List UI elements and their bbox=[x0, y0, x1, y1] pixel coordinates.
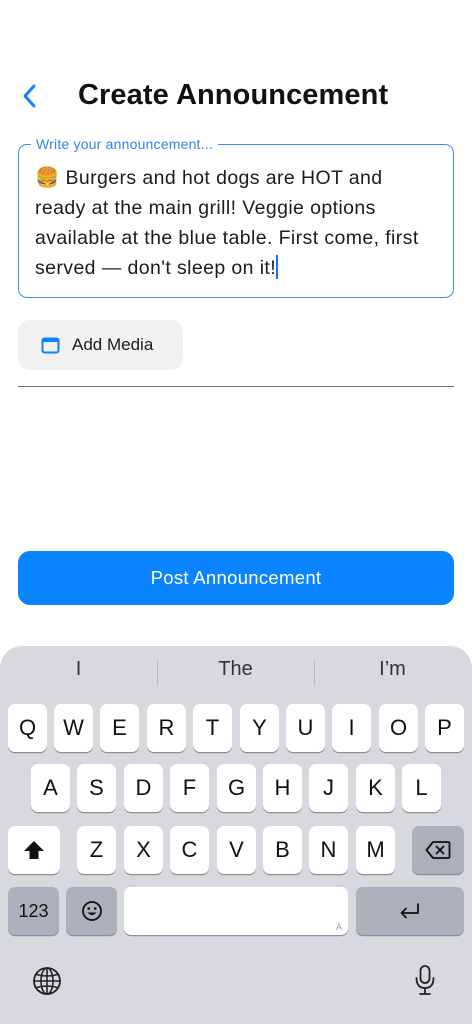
space-key[interactable]: A bbox=[124, 887, 348, 935]
suggestion-3[interactable]: I’m bbox=[314, 658, 471, 681]
key-r[interactable]: R bbox=[147, 704, 186, 752]
announcement-text: 🍔 Burgers and hot dogs are HOT and ready… bbox=[35, 167, 419, 279]
key-f[interactable]: F bbox=[170, 764, 209, 812]
key-w[interactable]: W bbox=[54, 704, 93, 752]
key-k[interactable]: K bbox=[356, 764, 395, 812]
key-c[interactable]: C bbox=[170, 826, 209, 874]
emoji-icon bbox=[81, 901, 102, 921]
key-y[interactable]: Y bbox=[240, 704, 279, 752]
key-n[interactable]: N bbox=[309, 826, 348, 874]
keyboard: I The I’m Q W E R T Y U I O P A S D F G … bbox=[0, 646, 472, 1024]
key-u[interactable]: U bbox=[286, 704, 325, 752]
return-key[interactable] bbox=[356, 887, 464, 935]
shift-icon bbox=[24, 841, 44, 859]
suggestion-2[interactable]: The bbox=[157, 658, 314, 681]
key-a[interactable]: A bbox=[31, 764, 70, 812]
key-s[interactable]: S bbox=[77, 764, 116, 812]
dictation-button[interactable] bbox=[408, 962, 442, 998]
divider bbox=[18, 386, 454, 387]
key-x[interactable]: X bbox=[124, 826, 163, 874]
key-l[interactable]: L bbox=[402, 764, 441, 812]
key-e[interactable]: E bbox=[100, 704, 139, 752]
key-d[interactable]: D bbox=[124, 764, 163, 812]
return-icon bbox=[400, 903, 419, 919]
key-p[interactable]: P bbox=[425, 704, 464, 752]
globe-icon bbox=[33, 967, 61, 995]
key-j[interactable]: J bbox=[309, 764, 348, 812]
key-b[interactable]: B bbox=[263, 826, 302, 874]
shift-key[interactable] bbox=[8, 826, 60, 874]
emoji-key[interactable] bbox=[66, 887, 117, 935]
key-h[interactable]: H bbox=[263, 764, 302, 812]
header: Create Announcement bbox=[0, 76, 472, 120]
globe-button[interactable] bbox=[30, 964, 64, 998]
chevron-left-icon bbox=[23, 84, 36, 108]
key-v[interactable]: V bbox=[217, 826, 256, 874]
key-i[interactable]: I bbox=[332, 704, 371, 752]
announcement-textarea[interactable]: Write your announcement... 🍔 Burgers and… bbox=[18, 136, 454, 298]
announcement-field-label: Write your announcement... bbox=[31, 136, 218, 152]
post-announcement-button[interactable]: Post Announcement bbox=[18, 551, 454, 605]
suggestion-1[interactable]: I bbox=[0, 658, 157, 681]
key-o[interactable]: O bbox=[379, 704, 418, 752]
post-announcement-label: Post Announcement bbox=[150, 567, 322, 588]
key-t[interactable]: T bbox=[193, 704, 232, 752]
text-cursor bbox=[276, 255, 279, 279]
key-q[interactable]: Q bbox=[8, 704, 47, 752]
delete-icon bbox=[425, 841, 451, 859]
add-media-label: Add Media bbox=[72, 335, 154, 354]
microphone-icon bbox=[415, 965, 435, 995]
back-button[interactable] bbox=[14, 76, 46, 116]
page-title: Create Announcement bbox=[78, 79, 389, 111]
add-media-button[interactable]: Add Media bbox=[18, 320, 183, 370]
key-g[interactable]: G bbox=[217, 764, 256, 812]
space-key-hint: A bbox=[335, 922, 342, 932]
key-z[interactable]: Z bbox=[77, 826, 116, 874]
key-m[interactable]: M bbox=[356, 826, 395, 874]
delete-key[interactable] bbox=[412, 826, 464, 874]
numbers-key[interactable]: 123 bbox=[8, 887, 59, 935]
suggestion-bar: I The I’m bbox=[0, 646, 472, 700]
media-icon bbox=[41, 337, 60, 353]
